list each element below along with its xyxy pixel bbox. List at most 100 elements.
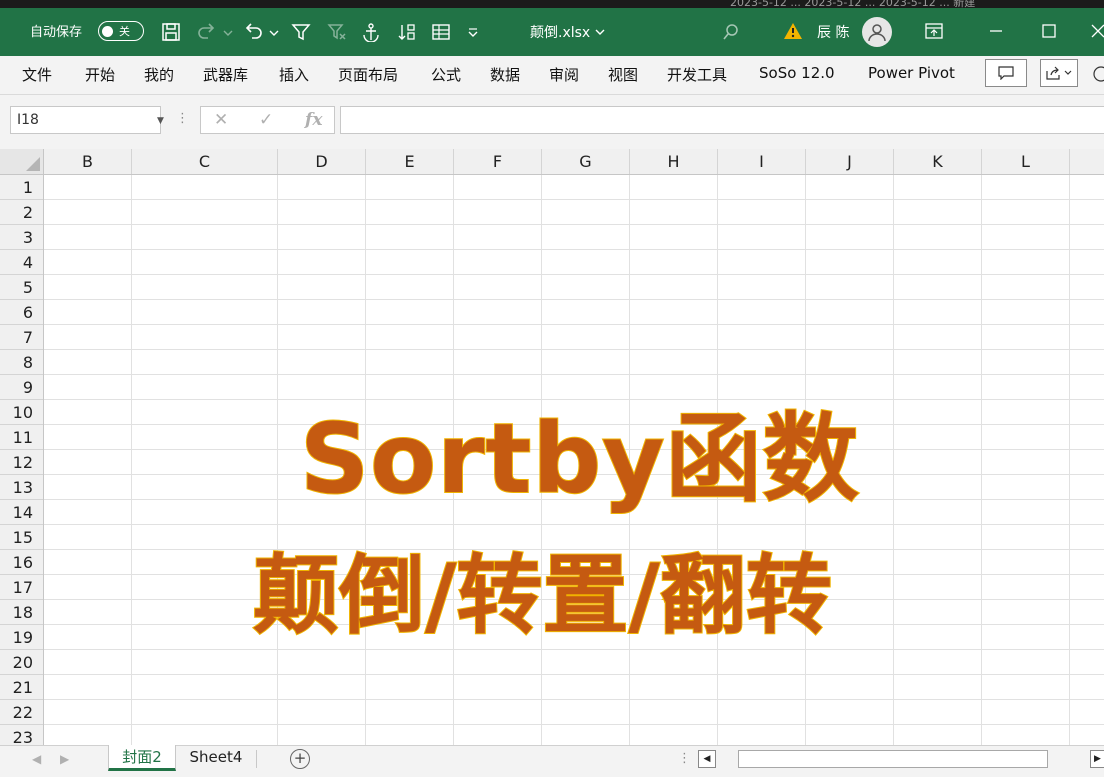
warning-icon[interactable] (783, 21, 803, 41)
row-header[interactable]: 17 (0, 575, 43, 600)
tab-data[interactable]: 数据 (490, 64, 520, 85)
save-icon[interactable] (160, 22, 182, 42)
prev-sheet-icon[interactable]: ◀ (32, 752, 41, 766)
wordart-title[interactable]: Sortby函数 (299, 410, 860, 508)
column-header[interactable]: J (806, 149, 894, 174)
column-header[interactable]: K (894, 149, 982, 174)
undo-dropdown-icon[interactable] (268, 22, 280, 42)
clear-filter-icon[interactable] (326, 22, 348, 42)
comments-button[interactable] (985, 59, 1027, 87)
row-header[interactable]: 14 (0, 500, 43, 525)
grid-line (44, 224, 1104, 225)
tab-soso[interactable]: SoSo 12.0 (759, 64, 835, 82)
formula-input[interactable] (340, 106, 1104, 134)
tab-insert[interactable]: 插入 (279, 64, 309, 85)
next-sheet-icon[interactable]: ▶ (60, 752, 69, 766)
column-header[interactable]: I (718, 149, 806, 174)
form-icon[interactable] (430, 22, 452, 42)
chevron-down-icon[interactable]: ▼ (157, 116, 164, 126)
scroll-right-icon[interactable]: ▶ (1090, 750, 1104, 768)
column-header[interactable]: L (982, 149, 1070, 174)
autosave-toggle[interactable]: 关 (98, 21, 144, 41)
row-header[interactable]: 22 (0, 700, 43, 725)
undo-icon[interactable] (242, 22, 264, 42)
maximize-icon[interactable] (1035, 18, 1063, 44)
row-header[interactable]: 11 (0, 425, 43, 450)
row-header[interactable]: 10 (0, 400, 43, 425)
select-all-button[interactable] (0, 149, 44, 175)
chevron-down-icon (1064, 70, 1072, 75)
tab-power-pivot[interactable]: Power Pivot (868, 64, 955, 82)
sheet-tab-active[interactable]: 封面2 (108, 745, 176, 771)
row-header[interactable]: 20 (0, 650, 43, 675)
row-header[interactable]: 15 (0, 525, 43, 550)
ribbon-display-icon[interactable] (920, 18, 948, 44)
top-strip: 2023-5-12 ... 2023-5-12 ... 2023-5-12 ..… (0, 0, 1104, 8)
enter-icon[interactable]: ✓ (259, 110, 273, 130)
row-header[interactable]: 19 (0, 625, 43, 650)
user-name[interactable]: 辰 陈 (817, 22, 849, 42)
row-header[interactable]: 18 (0, 600, 43, 625)
tab-home[interactable]: 开始 (85, 64, 115, 85)
grid-line (131, 175, 132, 745)
sort-icon[interactable] (396, 22, 418, 42)
column-header[interactable]: G (542, 149, 630, 174)
insert-function-button[interactable]: fx (305, 110, 322, 130)
column-header[interactable]: B (44, 149, 132, 174)
column-header[interactable]: D (278, 149, 366, 174)
redo-dropdown-icon[interactable] (222, 22, 234, 42)
file-name[interactable]: 颠倒.xlsx (530, 22, 606, 42)
cancel-icon[interactable]: ✕ (214, 110, 228, 130)
row-header[interactable]: 7 (0, 325, 43, 350)
column-header[interactable]: H (630, 149, 718, 174)
row-header[interactable]: 4 (0, 250, 43, 275)
share-icon (1046, 66, 1060, 80)
row-header[interactable]: 6 (0, 300, 43, 325)
tab-developer[interactable]: 开发工具 (667, 64, 727, 85)
row-header[interactable]: 16 (0, 550, 43, 575)
sheet-tab[interactable]: Sheet4 (178, 745, 254, 771)
row-header[interactable]: 8 (0, 350, 43, 375)
row-header[interactable]: 9 (0, 375, 43, 400)
close-icon[interactable] (1088, 18, 1104, 44)
row-headers: 1 2 3 4 5 6 7 8 9 10 11 12 13 14 15 16 1… (0, 175, 44, 745)
row-header[interactable]: 23 (0, 725, 43, 745)
name-box[interactable]: I18 ▼ (10, 106, 164, 134)
row-header[interactable]: 3 (0, 225, 43, 250)
row-header[interactable]: 12 (0, 450, 43, 475)
add-sheet-icon[interactable]: + (290, 749, 310, 769)
customize-toolbar-icon[interactable] (466, 22, 480, 42)
column-header[interactable]: C (132, 149, 278, 174)
smiley-icon[interactable] (1092, 65, 1104, 87)
tab-mine[interactable]: 我的 (144, 64, 174, 85)
anchor-icon[interactable] (360, 22, 382, 42)
minimize-icon[interactable] (982, 18, 1010, 44)
row-header[interactable]: 2 (0, 200, 43, 225)
user-icon (868, 24, 886, 42)
sheet-tab-bar: ◀ ▶ 封面2 Sheet4 + ⋮ ◀ ▶ (0, 745, 1104, 777)
tab-formulas[interactable]: 公式 (431, 64, 461, 85)
column-header[interactable]: F (454, 149, 542, 174)
column-header[interactable]: E (366, 149, 454, 174)
search-icon[interactable] (720, 22, 742, 42)
avatar[interactable] (862, 17, 892, 47)
tab-arsenal[interactable]: 武器库 (203, 64, 248, 85)
formula-bar-grip-icon[interactable]: ⋮ (176, 111, 189, 126)
row-header[interactable]: 21 (0, 675, 43, 700)
tab-file[interactable]: 文件 (22, 64, 52, 85)
tab-page-layout[interactable]: 页面布局 (338, 64, 398, 85)
column-headers: B C D E F G H I J K L (44, 149, 1104, 175)
horizontal-scrollbar-thumb[interactable] (738, 750, 1048, 768)
filter-icon[interactable] (290, 22, 312, 42)
grid-line (981, 175, 982, 745)
row-header[interactable]: 1 (0, 175, 43, 200)
row-header[interactable]: 5 (0, 275, 43, 300)
tab-view[interactable]: 视图 (608, 64, 638, 85)
redo-icon[interactable] (196, 22, 218, 42)
wordart-subtitle[interactable]: 颠倒/转置/翻转 (252, 552, 833, 640)
scroll-left-icon[interactable]: ◀ (698, 750, 716, 768)
scroll-split-grip-icon[interactable]: ⋮ (678, 751, 691, 766)
tab-review[interactable]: 审阅 (549, 64, 579, 85)
share-button[interactable] (1040, 59, 1078, 87)
row-header[interactable]: 13 (0, 475, 43, 500)
